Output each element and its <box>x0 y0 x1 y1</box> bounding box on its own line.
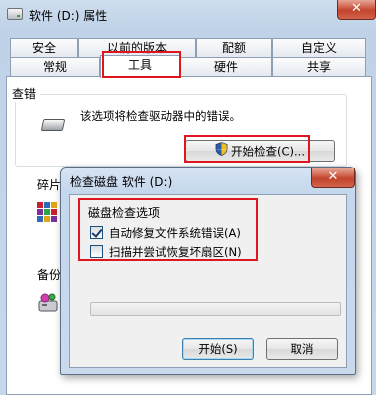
dialog-close-button[interactable]: ✕ <box>311 168 355 188</box>
check-progress-bar <box>90 302 341 316</box>
start-button[interactable]: 开始(S) <box>182 338 254 360</box>
hard-drive-icon <box>40 119 66 131</box>
backup-label: 备份 <box>37 268 62 282</box>
tab-security[interactable]: 安全 <box>10 38 78 58</box>
title-bar: 软件 (D:) 属性 ✕ <box>0 0 376 30</box>
check-disk-dialog: 检查磁盘 软件 (D:) ✕ 磁盘检查选项 自动修复文件系统错误(A) 扫描并尝… <box>60 167 356 375</box>
error-checking-description: 该选项将检查驱动器中的错误。 <box>80 109 241 123</box>
tab-quota[interactable]: 配额 <box>196 38 272 58</box>
dialog-body: 磁盘检查选项 自动修复文件系统错误(A) 扫描并尝试恢复坏扇区(N) 开始(S)… <box>69 194 347 368</box>
error-checking-label: 查错 <box>12 85 41 102</box>
dialog-title: 检查磁盘 软件 (D:) <box>70 175 173 189</box>
auto-fix-label[interactable]: 自动修复文件系统错误(A) <box>109 225 241 241</box>
cancel-button[interactable]: 取消 <box>266 338 338 360</box>
tab-tools[interactable]: 工具 <box>100 55 180 78</box>
backup-icon <box>37 292 61 314</box>
defrag-label: 碎片 <box>37 178 62 192</box>
tab-sharing[interactable]: 共享 <box>272 57 366 77</box>
window-close-button[interactable]: ✕ <box>337 0 376 20</box>
start-check-label: 开始检查(C)... <box>231 144 305 159</box>
window-title: 软件 (D:) 属性 <box>29 9 108 23</box>
tab-customize[interactable]: 自定义 <box>272 38 366 58</box>
scan-recover-checkbox[interactable] <box>90 245 103 258</box>
start-check-button[interactable]: 开始检查(C)... <box>185 140 335 162</box>
tab-general[interactable]: 常规 <box>10 57 100 77</box>
drive-icon <box>7 8 23 20</box>
disk-check-options-label: 磁盘检查选项 <box>88 206 161 220</box>
defrag-icon <box>37 202 61 224</box>
uac-shield-icon <box>215 141 228 162</box>
auto-fix-checkbox[interactable] <box>90 226 103 239</box>
tab-hardware[interactable]: 硬件 <box>180 57 272 77</box>
scan-recover-label[interactable]: 扫描并尝试恢复坏扇区(N) <box>109 244 242 260</box>
